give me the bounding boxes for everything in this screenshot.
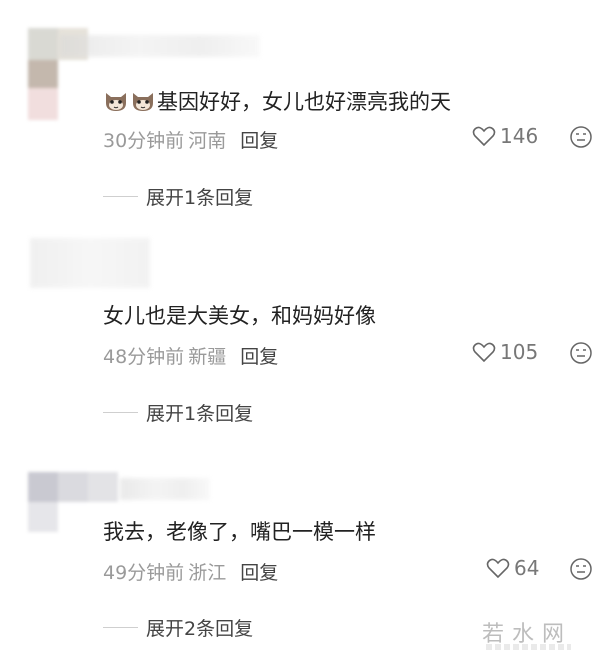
comment-text: 基因好好，女儿也好漂亮我的天 xyxy=(157,90,451,114)
comment-location: 河南 xyxy=(188,130,227,152)
comment-location: 浙江 xyxy=(188,562,227,584)
like-button[interactable]: 64 xyxy=(486,556,539,580)
username-blurred[interactable] xyxy=(120,478,210,500)
like-button[interactable]: 105 xyxy=(472,340,538,364)
username-blurred[interactable] xyxy=(60,35,260,57)
cat-emoji-icon xyxy=(103,89,129,118)
like-count: 105 xyxy=(500,340,539,364)
divider-line xyxy=(103,412,138,413)
comment-location: 新疆 xyxy=(188,346,227,368)
expand-replies-label: 展开2条回复 xyxy=(146,618,254,640)
divider-line xyxy=(103,196,138,197)
comment-meta: 49分钟前 浙江 回复 xyxy=(103,558,278,585)
heart-icon xyxy=(472,342,496,363)
comment-text: 女儿也是大美女，和妈妈好像 xyxy=(103,304,376,328)
reply-button[interactable]: 回复 xyxy=(240,130,278,152)
emoji-reaction-icon[interactable] xyxy=(569,341,593,365)
expand-replies-label: 展开1条回复 xyxy=(146,403,254,425)
cat-emoji-icon xyxy=(130,89,156,118)
comment-time: 30分钟前 xyxy=(103,130,185,152)
comment-text: 我去，老像了，嘴巴一模一样 xyxy=(103,520,376,544)
comment-text-row: 基因好好，女儿也好漂亮我的天 xyxy=(103,86,451,118)
expand-replies-button[interactable]: 展开2条回复 xyxy=(103,614,253,641)
comment-time: 49分钟前 xyxy=(103,562,185,584)
divider-line xyxy=(103,627,138,628)
expand-replies-button[interactable]: 展开1条回复 xyxy=(103,399,253,426)
comment-time: 48分钟前 xyxy=(103,346,185,368)
emoji-reaction-icon[interactable] xyxy=(569,557,593,581)
avatar-blurred[interactable] xyxy=(30,238,150,288)
expand-replies-button[interactable]: 展开1条回复 xyxy=(103,183,253,210)
heart-icon xyxy=(472,126,496,147)
expand-replies-label: 展开1条回复 xyxy=(146,187,254,209)
reply-button[interactable]: 回复 xyxy=(240,562,278,584)
like-count: 146 xyxy=(500,124,539,148)
watermark-subtext xyxy=(486,644,571,650)
like-count: 64 xyxy=(514,556,540,580)
heart-icon xyxy=(486,558,510,579)
comment-meta: 30分钟前 河南 回复 xyxy=(103,126,278,153)
comment-meta: 48分钟前 新疆 回复 xyxy=(103,342,278,369)
like-button[interactable]: 146 xyxy=(472,124,538,148)
emoji-reaction-icon[interactable] xyxy=(569,125,593,149)
reply-button[interactable]: 回复 xyxy=(240,346,278,368)
